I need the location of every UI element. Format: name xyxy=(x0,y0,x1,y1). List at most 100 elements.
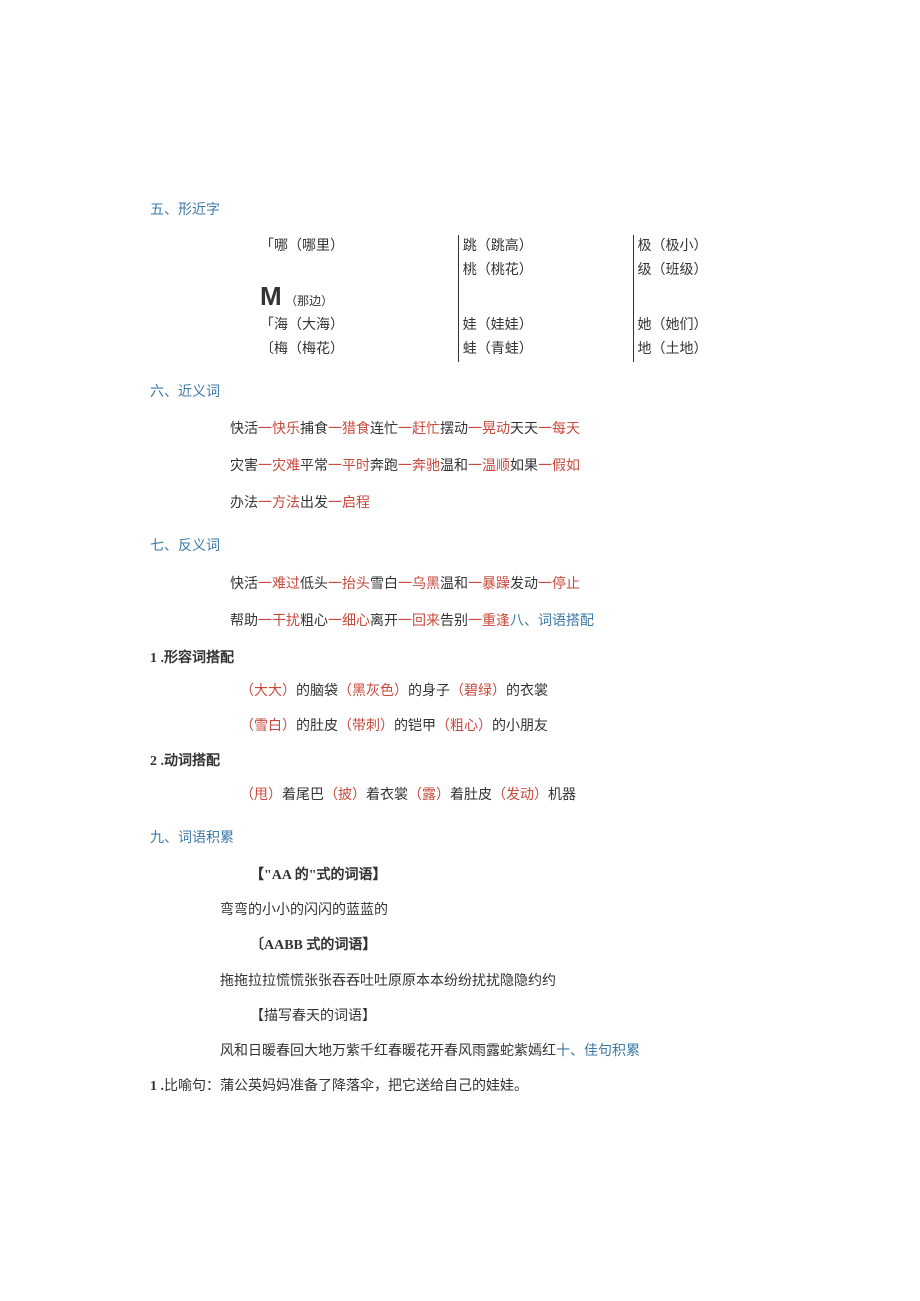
text-segment: （发动） xyxy=(492,788,548,803)
text-segment: 一灾难 xyxy=(258,459,300,474)
text-segment: 雪白 xyxy=(370,577,398,592)
text-segment: 出发 xyxy=(300,496,328,511)
text-segment: 风和日暖春回大地万紫千红春暖花开春风雨露蛇紫嫣红 xyxy=(220,1044,556,1059)
near-shape-table: 「哪（哪里） 跳（跳高） 桃（桃花） 极（极小） 级（班级） M （那边） 「海… xyxy=(260,235,770,361)
word-accumulation: 【"AA 的"式的词语】弯弯的小小的闪闪的蓝蓝的〔AABB 式的词语】拖拖拉拉慌… xyxy=(150,863,770,1064)
text-segment: 一平时 xyxy=(328,459,370,474)
text-segment: 一奔驰 xyxy=(398,459,440,474)
text-segment: 温和 xyxy=(440,459,468,474)
item-1-num: 1 .形容词搭配 xyxy=(150,646,770,671)
text-segment: 一干扰 xyxy=(258,614,300,629)
text-segment: 的肚皮 xyxy=(296,719,338,734)
text-segment: 的身子 xyxy=(408,684,450,699)
text-segment: 的铠甲 xyxy=(394,719,436,734)
item-simile-num: 1 . xyxy=(150,1079,164,1094)
text-segment: 帮助 xyxy=(230,614,258,629)
text-segment: 一暴躁 xyxy=(468,577,510,592)
section-5-title: 五、形近字 xyxy=(150,198,770,223)
section-6-title: 六、近义词 xyxy=(150,380,770,405)
text-line: 帮助一干扰粗心一细心离开一回来告别一重逢八、词语搭配 xyxy=(230,609,770,634)
cell-b1-l2: 桃（桃花） xyxy=(463,263,533,278)
text-segment: 快活 xyxy=(230,422,258,437)
item-simile: 1 .比喻句：蒲公英妈妈准备了降落伞，把它送给自己的娃娃。 xyxy=(150,1074,770,1099)
text-segment: （披） xyxy=(324,788,366,803)
group-content: 弯弯的小小的闪闪的蓝蓝的 xyxy=(220,898,770,923)
antonym-lines: 快活一难过低头一抬头雪白一乌黑温和一暴躁发动一停止帮助一干扰粗心一细心离开一回来… xyxy=(150,572,770,634)
cell-a1-l1: 「哪（哪里） xyxy=(260,239,344,254)
text-segment: 着尾巴 xyxy=(282,788,324,803)
cell-a3-l2: 〔梅（梅花） xyxy=(260,342,344,357)
cell-b3-l2: 蛙（青蛙） xyxy=(463,342,533,357)
text-segment: 一启程 xyxy=(328,496,370,511)
group-content: 拖拖拉拉慌慌张张吞吞吐吐原原本本纷纷扰扰隐隐约约 xyxy=(220,969,770,994)
text-line: （大大）的脑袋（黑灰色）的身子（碧绿）的衣裳 xyxy=(240,679,770,704)
section-9-title: 九、词语积累 xyxy=(150,826,770,851)
text-segment: 八、词语搭配 xyxy=(510,614,594,629)
text-segment: 一回来 xyxy=(398,614,440,629)
text-segment: （露） xyxy=(408,788,450,803)
text-segment: （碧绿） xyxy=(450,684,506,699)
text-segment: （黑灰色） xyxy=(338,684,408,699)
text-segment: 的脑袋 xyxy=(296,684,338,699)
text-segment: 告别 xyxy=(440,614,468,629)
text-segment: 一细心 xyxy=(328,614,370,629)
text-line: （雪白）的肚皮（带刺）的铠甲（粗心）的小朋友 xyxy=(240,714,770,739)
text-segment: 一猎食 xyxy=(328,422,370,437)
text-segment: 如果 xyxy=(510,459,538,474)
text-segment: （大大） xyxy=(240,684,296,699)
text-segment: 粗心 xyxy=(300,614,328,629)
text-segment: 一抬头 xyxy=(328,577,370,592)
text-segment: 的小朋友 xyxy=(492,719,548,734)
text-segment: 捕食 xyxy=(300,422,328,437)
text-segment: 一赶忙 xyxy=(398,422,440,437)
text-segment: 一难过 xyxy=(258,577,300,592)
text-segment: （雪白） xyxy=(240,719,296,734)
text-segment: 奔跑 xyxy=(370,459,398,474)
synonym-lines: 快活一快乐捕食一猎食连忙一赶忙摆动一晃动天天一每天灾害一灾难平常一平时奔跑一奔驰… xyxy=(150,417,770,517)
text-line: 快活一快乐捕食一猎食连忙一赶忙摆动一晃动天天一每天 xyxy=(230,417,770,442)
text-segment: 着肚皮 xyxy=(450,788,492,803)
text-segment: 一假如 xyxy=(538,459,580,474)
text-segment: 一乌黑 xyxy=(398,577,440,592)
big-m: M xyxy=(260,281,282,311)
item-2-num: 2 .动词搭配 xyxy=(150,749,770,774)
cell-c3-l1: 她（她们） xyxy=(638,318,708,333)
text-segment: 一晃动 xyxy=(468,422,510,437)
group-label: 【描写春天的词语】 xyxy=(250,1004,770,1029)
text-segment: 机器 xyxy=(548,788,576,803)
text-segment: 一温顺 xyxy=(468,459,510,474)
text-segment: 灾害 xyxy=(230,459,258,474)
group-content: 风和日暖春回大地万紫千红春暖花开春风雨露蛇紫嫣红十、佳句积累 xyxy=(220,1039,770,1064)
text-segment: 平常 xyxy=(300,459,328,474)
cell-b1-l1: 跳（跳高） xyxy=(463,239,533,254)
text-segment: 一每天 xyxy=(538,422,580,437)
text-segment: 一方法 xyxy=(258,496,300,511)
text-segment: 低头 xyxy=(300,577,328,592)
cell-c1-l2: 级（班级） xyxy=(638,263,708,278)
section-7-title: 七、反义词 xyxy=(150,534,770,559)
text-line: （甩）着尾巴（披）着衣裳（露）着肚皮（发动）机器 xyxy=(240,783,770,808)
m-sub: （那边） xyxy=(285,294,333,308)
group-label: 〔AABB 式的词语】 xyxy=(250,933,770,958)
text-segment: 连忙 xyxy=(370,422,398,437)
text-segment: （甩） xyxy=(240,788,282,803)
text-line: 办法一方法出发一启程 xyxy=(230,491,770,516)
text-line: 灾害一灾难平常一平时奔跑一奔驰温和一温顺如果一假如 xyxy=(230,454,770,479)
text-segment: 快活 xyxy=(230,577,258,592)
text-segment: （粗心） xyxy=(436,719,492,734)
cell-a3-l1: 「海（大海） xyxy=(260,318,344,333)
text-segment: 的衣裳 xyxy=(506,684,548,699)
text-segment: 温和 xyxy=(440,577,468,592)
text-segment: 一重逢 xyxy=(468,614,510,629)
verb-collocation: （甩）着尾巴（披）着衣裳（露）着肚皮（发动）机器 xyxy=(150,783,770,808)
item-simile-text: 比喻句：蒲公英妈妈准备了降落伞，把它送给自己的娃娃。 xyxy=(164,1079,528,1094)
cell-c1-l1: 极（极小） xyxy=(638,239,708,254)
group-label: 【"AA 的"式的词语】 xyxy=(250,863,770,888)
text-segment: （带刺） xyxy=(338,719,394,734)
text-segment: 天天 xyxy=(510,422,538,437)
text-segment: 着衣裳 xyxy=(366,788,408,803)
text-segment: 办法 xyxy=(230,496,258,511)
cell-b3-l1: 娃（娃娃） xyxy=(463,318,533,333)
text-segment: 摆动 xyxy=(440,422,468,437)
text-segment: 离开 xyxy=(370,614,398,629)
